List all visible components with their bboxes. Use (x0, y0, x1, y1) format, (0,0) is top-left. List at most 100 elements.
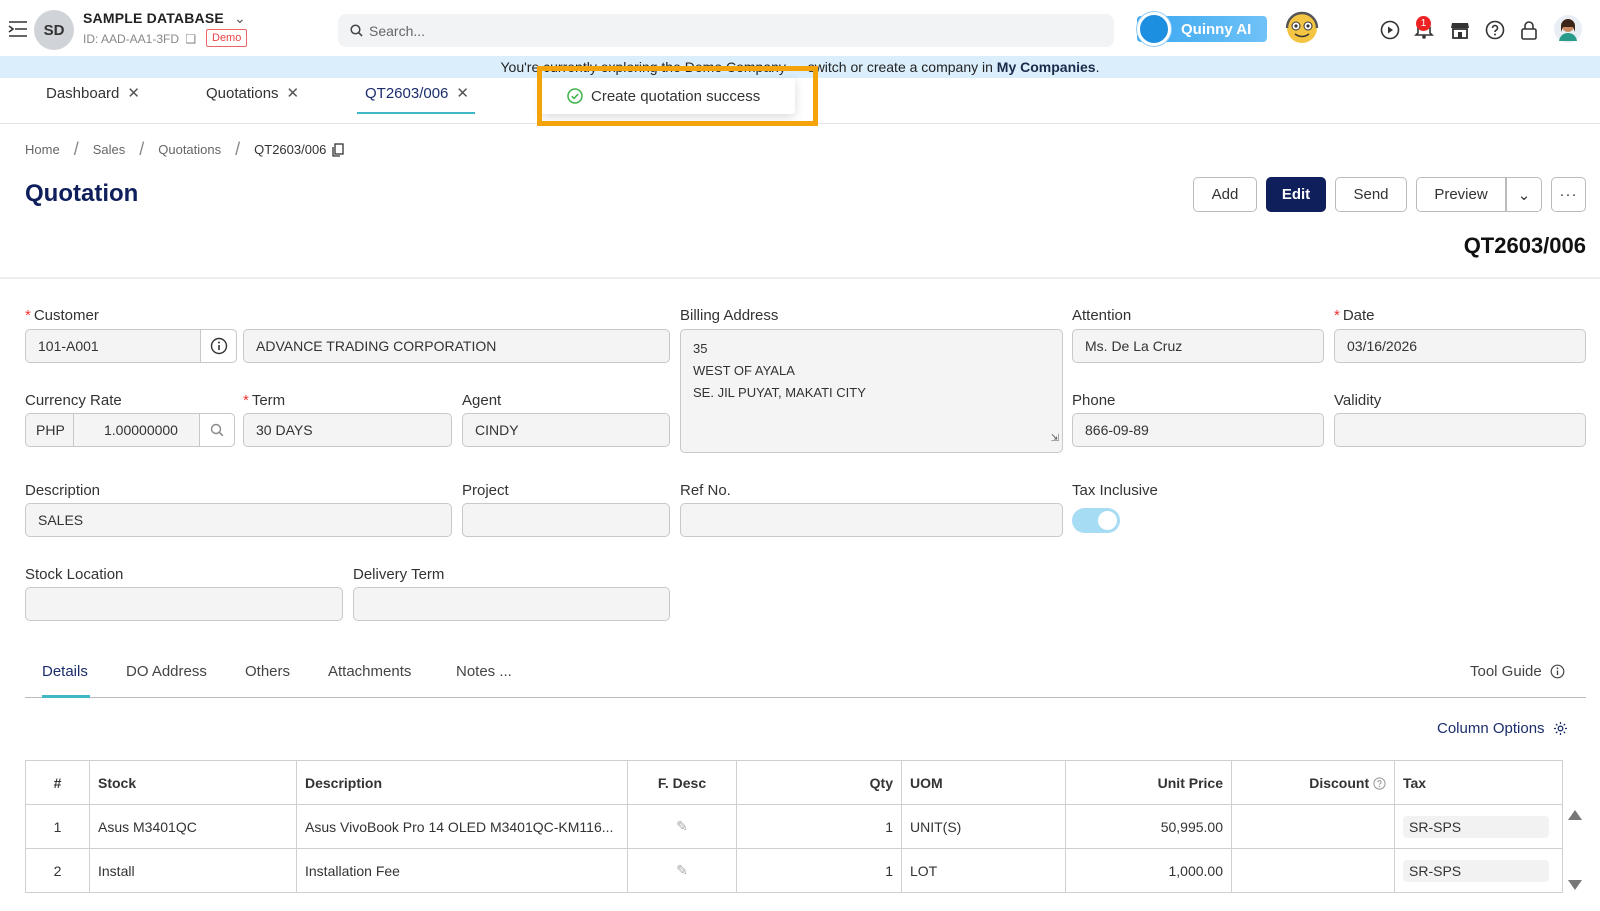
breadcrumb-sales[interactable]: Sales (93, 142, 126, 157)
search-icon (350, 24, 363, 37)
column-header-uom[interactable]: UOM (901, 760, 1066, 805)
attention-field[interactable]: Ms. De La Cruz (1072, 329, 1324, 363)
agent-field[interactable]: CINDY (462, 413, 670, 447)
tool-guide-button[interactable]: Tool Guide (1470, 663, 1565, 680)
cell-stock[interactable]: Install (89, 848, 297, 893)
quinny-ai-icon[interactable] (1137, 12, 1171, 46)
database-id: ID: AAD-AA1-3FD ❏ (83, 32, 196, 46)
scroll-up-arrow-icon[interactable] (1568, 810, 1582, 820)
top-bar: SD SAMPLE DATABASE ⌄ ID: AAD-AA1-3FD ❏ D… (0, 0, 1600, 56)
resize-handle-icon[interactable]: ⇲ (1051, 428, 1059, 450)
tab-details[interactable]: Details (42, 663, 88, 680)
customer-name-field[interactable]: ADVANCE TRADING CORPORATION (243, 329, 670, 363)
project-field[interactable] (462, 503, 670, 537)
database-name[interactable]: SAMPLE DATABASE ⌄ (83, 10, 246, 27)
close-icon[interactable]: ✕ (127, 84, 140, 102)
preview-dropdown-button[interactable]: ⌄ (1506, 177, 1542, 212)
copy-icon[interactable] (332, 142, 345, 157)
scroll-down-arrow-icon[interactable] (1568, 880, 1582, 890)
validity-field[interactable] (1334, 413, 1586, 447)
more-options-button[interactable]: ··· (1551, 177, 1586, 212)
notification-badge: 1 (1416, 16, 1431, 31)
cell-f-desc[interactable]: ✎ (627, 848, 737, 893)
term-field[interactable]: 30 DAYS (243, 413, 452, 447)
delivery-term-field[interactable] (353, 587, 670, 621)
cell-tax[interactable]: SR-SPS (1394, 804, 1563, 849)
description-field[interactable]: SALES (25, 503, 452, 537)
phone-field[interactable]: 866-09-89 (1072, 413, 1324, 447)
table-row[interactable]: 1 Asus M3401QC Asus VivoBook Pro 14 OLED… (25, 804, 1563, 849)
stock-location-field[interactable] (25, 587, 343, 621)
preview-button[interactable]: Preview (1416, 177, 1506, 212)
company-avatar[interactable]: SD (34, 10, 74, 50)
tab-do-address[interactable]: DO Address (126, 663, 207, 680)
column-header-description[interactable]: Description (296, 760, 628, 805)
cell-qty[interactable]: 1 (736, 804, 902, 849)
stock-location-label: Stock Location (25, 566, 124, 583)
validity-label: Validity (1334, 392, 1382, 409)
billing-address-field[interactable]: 35 WEST OF AYALA SE. JIL PUYAT, MAKATI C… (680, 329, 1063, 453)
my-companies-link[interactable]: My Companies (997, 59, 1096, 75)
date-label-text: Date (1342, 307, 1375, 324)
edit-pencil-icon[interactable]: ✎ (676, 818, 688, 834)
cell-f-desc[interactable]: ✎ (627, 804, 737, 849)
ref-no-field[interactable] (680, 503, 1063, 537)
add-button[interactable]: Add (1193, 177, 1257, 212)
cell-unit-price[interactable]: 1,000.00 (1065, 848, 1232, 893)
help-icon[interactable] (1485, 20, 1505, 40)
column-header-f-desc[interactable]: F. Desc (627, 760, 737, 805)
tab-qt2603-006[interactable]: QT2603/006 ✕ (365, 84, 469, 103)
chevron-down-icon[interactable]: ⌄ (234, 10, 246, 26)
column-header-unit-price[interactable]: Unit Price (1065, 760, 1232, 805)
close-icon[interactable]: ✕ (287, 84, 300, 102)
detail-tabs-divider (25, 697, 1586, 698)
cell-description[interactable]: Asus VivoBook Pro 14 OLED M3401QC-KM116.… (296, 804, 628, 849)
search-icon[interactable] (199, 413, 235, 447)
tax-inclusive-toggle[interactable] (1072, 508, 1120, 533)
table-row[interactable]: 2 Install Installation Fee ✎ 1 LOT 1,000… (25, 848, 1563, 893)
play-icon[interactable] (1380, 20, 1400, 40)
lock-icon[interactable] (1520, 20, 1538, 40)
edit-pencil-icon[interactable]: ✎ (676, 862, 688, 878)
cell-unit-price[interactable]: 50,995.00 (1065, 804, 1232, 849)
breadcrumb-quotations[interactable]: Quotations (158, 142, 221, 157)
tab-quotations[interactable]: Quotations ✕ (206, 84, 300, 103)
search-bar[interactable]: Search... (338, 14, 1114, 47)
column-header-number[interactable]: # (25, 760, 90, 805)
tab-notes[interactable]: Notes ... (456, 663, 512, 680)
currency-code-value: PHP (26, 414, 74, 446)
store-icon[interactable] (1450, 20, 1470, 40)
project-label: Project (462, 482, 509, 499)
info-icon[interactable] (200, 329, 237, 363)
column-header-qty[interactable]: Qty (736, 760, 902, 805)
menu-icon[interactable] (8, 20, 28, 38)
column-header-stock[interactable]: Stock (89, 760, 297, 805)
cell-description[interactable]: Installation Fee (296, 848, 628, 893)
cell-discount[interactable] (1231, 804, 1395, 849)
user-avatar[interactable] (1553, 14, 1583, 44)
tax-code: SR-SPS (1403, 859, 1549, 882)
cell-tax[interactable]: SR-SPS (1394, 848, 1563, 893)
search-input[interactable]: Search... (369, 23, 425, 39)
cell-uom[interactable]: UNIT(S) (901, 804, 1066, 849)
breadcrumb-home[interactable]: Home (25, 142, 60, 157)
edit-button[interactable]: Edit (1266, 177, 1326, 212)
send-button[interactable]: Send (1335, 177, 1407, 212)
tab-attachments[interactable]: Attachments (328, 663, 411, 680)
assistant-avatar-icon[interactable] (1284, 10, 1320, 46)
database-name-label: SAMPLE DATABASE (83, 10, 224, 26)
tab-dashboard[interactable]: Dashboard ✕ (46, 84, 140, 103)
column-options-button[interactable]: Column Options (1437, 720, 1568, 737)
copy-icon[interactable]: ❏ (185, 32, 196, 46)
tab-others[interactable]: Others (245, 663, 290, 680)
currency-rate-label: Currency Rate (25, 392, 122, 409)
cell-discount[interactable] (1231, 848, 1395, 893)
cell-stock[interactable]: Asus M3401QC (89, 804, 297, 849)
close-icon[interactable]: ✕ (456, 84, 469, 102)
cell-uom[interactable]: LOT (901, 848, 1066, 893)
column-header-tax[interactable]: Tax (1394, 760, 1563, 805)
date-field[interactable]: 03/16/2026 (1334, 329, 1586, 363)
help-icon[interactable] (1373, 777, 1386, 790)
column-header-discount[interactable]: Discount (1231, 760, 1395, 805)
cell-qty[interactable]: 1 (736, 848, 902, 893)
